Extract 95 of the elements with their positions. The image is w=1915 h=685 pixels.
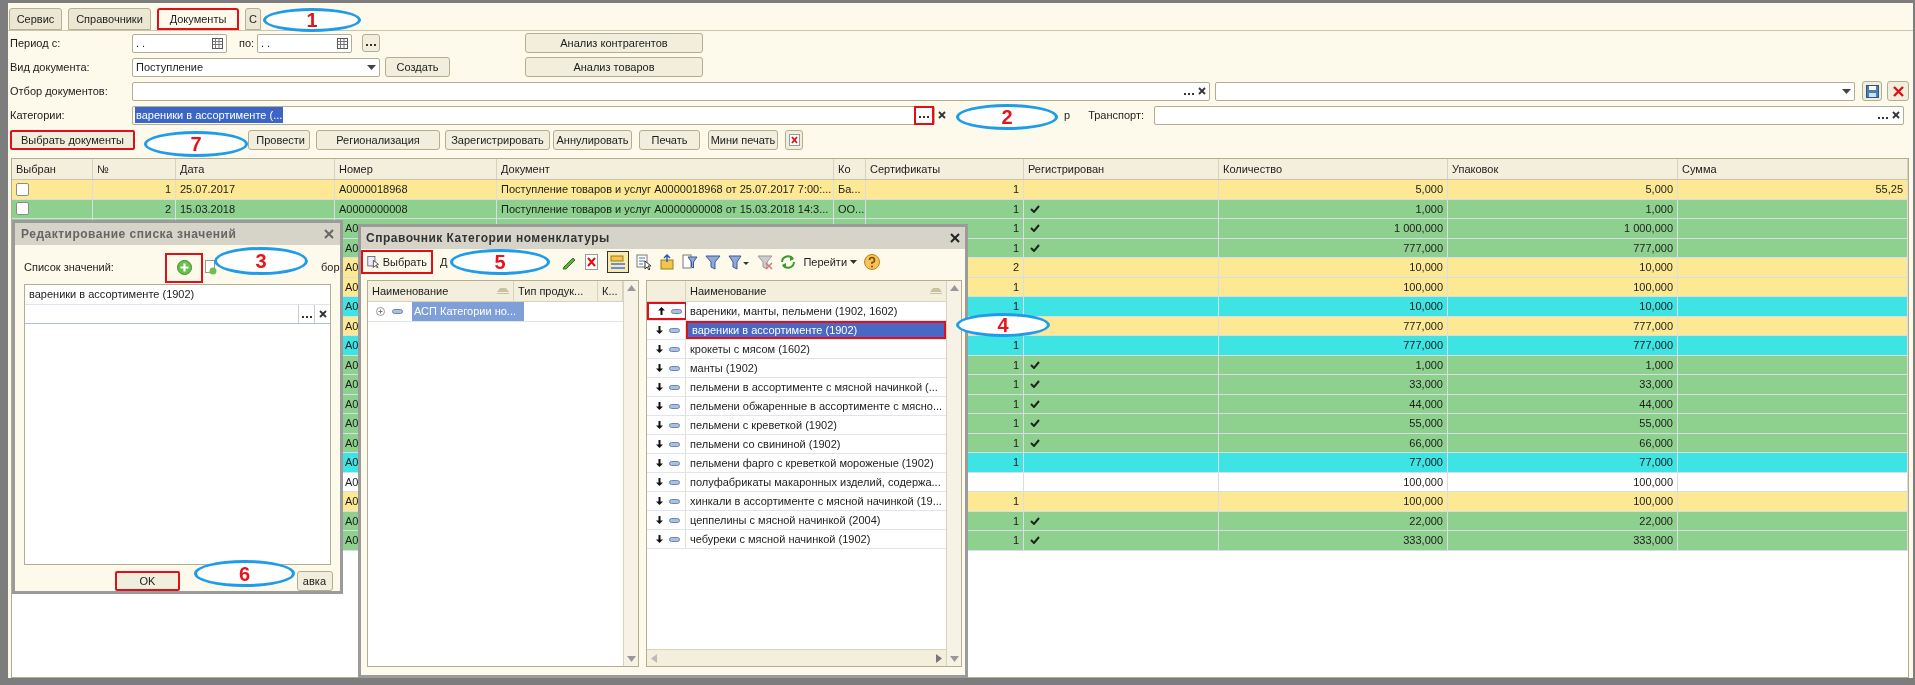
table-cell-text: А0 bbox=[345, 318, 359, 334]
table-cell-text: 1 000,000 bbox=[1394, 221, 1443, 236]
table-cell-text: А0 bbox=[345, 357, 359, 373]
table-cell-text: 777,000 bbox=[1403, 318, 1443, 334]
table-cell-text: 1 bbox=[1012, 494, 1019, 509]
table-cell-text: 777,000 bbox=[1633, 318, 1673, 334]
table-cell-text: Ба... bbox=[838, 182, 861, 197]
table-cell-text: 1 bbox=[1012, 533, 1019, 548]
table-cell-text: 1 bbox=[1012, 416, 1019, 431]
table-cell-text: 1 bbox=[1012, 182, 1019, 197]
table-cell-text: 100,000 bbox=[1633, 474, 1673, 490]
table-cell-text: ОО... bbox=[838, 201, 865, 217]
field-label: Транспорт: bbox=[1088, 107, 1146, 123]
field-label: Вид документа: bbox=[10, 59, 91, 75]
table-cell-text: 44,000 bbox=[1639, 396, 1673, 412]
field-label: Период с: bbox=[10, 35, 62, 51]
button-label: бор bbox=[321, 260, 340, 276]
table-cell-text: 1 bbox=[1012, 455, 1019, 470]
table-cell-text: 25.07.2017 bbox=[180, 182, 236, 197]
table-cell-text: А0 bbox=[345, 221, 359, 236]
table-cell-text: Поступление товаров и услуг А0000018968 от 25.07.2017 7:00:... bbox=[501, 182, 832, 197]
table-cell-text: 100,000 bbox=[1403, 494, 1443, 509]
field-label: Список значений: bbox=[24, 260, 115, 276]
table-cell-text: А0000000008 bbox=[339, 201, 408, 217]
table-cell-text: 1 bbox=[1012, 299, 1019, 314]
table-cell-text: 1,000 bbox=[1415, 201, 1443, 217]
table-cell-text: А0 bbox=[345, 416, 359, 431]
table-cell-text: 44,000 bbox=[1409, 396, 1443, 412]
table-cell-text: 66,000 bbox=[1409, 435, 1443, 451]
table-cell-text: 100,000 bbox=[1633, 494, 1673, 509]
table-cell-text: А0 bbox=[345, 240, 359, 256]
table-cell-text: 1 bbox=[164, 182, 171, 197]
table-cell-text: 10,000 bbox=[1409, 299, 1443, 314]
window-title: Редактирование списка значений bbox=[21, 225, 238, 243]
table-cell-text: 1 000,000 bbox=[1624, 221, 1673, 236]
table-cell-text: 22,000 bbox=[1409, 513, 1443, 529]
table-cell-text: А0 bbox=[345, 455, 359, 470]
table-cell-text: 100,000 bbox=[1403, 279, 1443, 295]
table-cell-text: А0000018968 bbox=[339, 182, 408, 197]
table-cell-text: 2 bbox=[164, 201, 171, 217]
table-cell-text: А0 bbox=[345, 513, 359, 529]
table-cell-text: Поступление товаров и услуг А0000000008 от 15.03.2018 14:3... bbox=[501, 201, 829, 217]
table-cell-text: А0 bbox=[345, 396, 359, 412]
table-cell-text: 10,000 bbox=[1639, 299, 1673, 314]
table-cell-text: 1 bbox=[1012, 357, 1019, 373]
table-cell-text: 55,000 bbox=[1639, 416, 1673, 431]
table-cell-text: А0 bbox=[345, 474, 359, 490]
table-cell-text: 15.03.2018 bbox=[180, 201, 236, 217]
table-cell-text: 1 bbox=[1012, 279, 1019, 295]
table-cell-text: А0 bbox=[345, 338, 359, 353]
table-cell-text: 1 bbox=[1012, 240, 1019, 256]
table-cell-text: 77,000 bbox=[1639, 455, 1673, 470]
table-cell-text: 100,000 bbox=[1633, 279, 1673, 295]
table-cell-text: 1 bbox=[1012, 396, 1019, 412]
button-label: Д bbox=[440, 254, 448, 270]
window-title: Справочник Категории номенклатуры bbox=[366, 230, 611, 247]
table-cell-text: А0 bbox=[345, 435, 359, 451]
table-cell-text: 5,000 bbox=[1645, 182, 1673, 197]
table-cell-text: 10,000 bbox=[1409, 260, 1443, 275]
field-label: Отбор документов: bbox=[10, 83, 109, 99]
field-label: по: bbox=[239, 35, 256, 51]
table-cell-text: 1,000 bbox=[1645, 201, 1673, 217]
table-cell-text: 33,000 bbox=[1409, 377, 1443, 392]
field-label: Категории: bbox=[10, 107, 66, 123]
table-cell-text: 1 bbox=[1012, 221, 1019, 236]
table-cell-text: А0 bbox=[345, 260, 359, 275]
table-cell-text: А0 bbox=[345, 377, 359, 392]
field-value: вареники в ассортименте (... bbox=[135, 106, 284, 124]
table-cell-text: 777,000 bbox=[1633, 338, 1673, 353]
field-label: р bbox=[1064, 107, 1071, 123]
table-cell-text: 77,000 bbox=[1409, 455, 1443, 470]
table-cell-text: А0 bbox=[345, 279, 359, 295]
table-cell-text: 1 bbox=[1012, 201, 1019, 217]
table-cell-text: 55,000 bbox=[1409, 416, 1443, 431]
table-cell-text: 66,000 bbox=[1639, 435, 1673, 451]
table-cell-text: 333,000 bbox=[1633, 533, 1673, 548]
table-cell-text: А0 bbox=[345, 533, 359, 548]
table-cell-text: 33,000 bbox=[1639, 377, 1673, 392]
table-cell-text: 777,000 bbox=[1403, 240, 1443, 256]
table-cell-text: 10,000 bbox=[1639, 260, 1673, 275]
table-cell-text: 5,000 bbox=[1415, 182, 1443, 197]
table-cell-text: 22,000 bbox=[1639, 513, 1673, 529]
table-cell-text: 777,000 bbox=[1633, 240, 1673, 256]
table-cell-text: 1 bbox=[1012, 513, 1019, 529]
table-cell-text: 333,000 bbox=[1403, 533, 1443, 548]
table-cell-text: 1,000 bbox=[1415, 357, 1443, 373]
table-cell-text: 1 bbox=[1012, 338, 1019, 353]
table-cell-text: 1 bbox=[1012, 377, 1019, 392]
table-cell-text: 100,000 bbox=[1403, 474, 1443, 490]
table-cell-text: А0 bbox=[345, 299, 359, 314]
table-cell-text: А0 bbox=[345, 494, 359, 509]
table-cell-text: 1 bbox=[1012, 435, 1019, 451]
table-cell-text: 777,000 bbox=[1403, 338, 1443, 353]
table-cell-text: 1,000 bbox=[1645, 357, 1673, 373]
table-cell-text: 2 bbox=[1012, 260, 1019, 275]
